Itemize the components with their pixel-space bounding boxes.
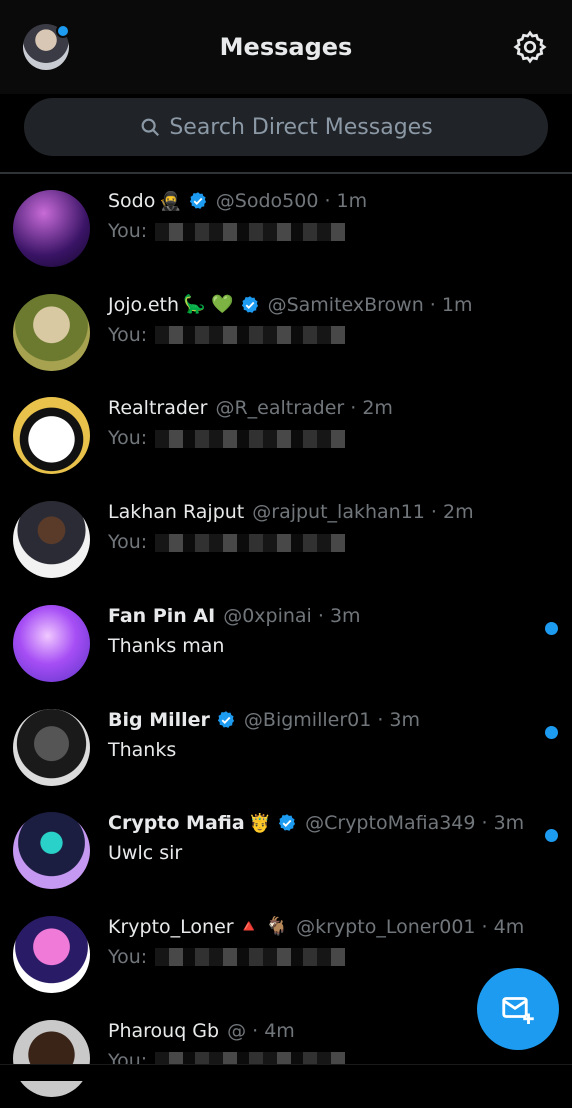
- new-message-icon: [502, 997, 534, 1024]
- contact-name: Fan Pin AI: [108, 604, 216, 627]
- search-icon: [141, 118, 160, 137]
- preview-text: Thanks man: [108, 634, 225, 657]
- handle-and-time: @CryptoMafia349 · 3m: [305, 812, 525, 835]
- redacted-preview: [155, 429, 346, 448]
- message-preview: You:: [108, 220, 346, 242]
- verified-badge-icon: [240, 295, 260, 315]
- contact-name: Lakhan Rajput: [108, 501, 245, 524]
- conversation-row[interactable]: Crypto Mafia 🤴 @CryptoMafia349 · 3m Uwlc si…: [0, 796, 572, 900]
- preview-text: You:: [108, 220, 148, 242]
- avatar[interactable]: [13, 293, 90, 371]
- message-preview: Thanks man: [108, 635, 224, 657]
- handle-and-time: @Sodo500 · 1m: [215, 190, 368, 212]
- contact-name: Realtrader: [108, 397, 208, 420]
- conversation-header: Pharouq Gb @ · 4m: [108, 1020, 295, 1042]
- handle-and-time: @Bigmiller01 · 3m: [243, 708, 421, 731]
- message-preview: You:: [108, 323, 346, 346]
- conversation-row[interactable]: Big Miller @Bigmiller01 · 3m Thanks: [0, 693, 572, 797]
- conversation-row[interactable]: Sodo 🥷 @Sodo500 · 1m You:: [0, 174, 572, 278]
- message-preview: You:: [108, 531, 346, 554]
- conversation-header: Big Miller @Bigmiller01 · 3m: [108, 709, 420, 731]
- unread-indicator: [545, 829, 558, 843]
- redacted-preview: [155, 222, 346, 241]
- contact-name: Pharouq Gb: [108, 1019, 220, 1042]
- name-emoji: 🥷: [159, 190, 182, 212]
- conversation-row[interactable]: Lakhan Rajput @rajput_lakhan11 · 2m You:: [0, 485, 572, 589]
- message-preview: Uwlc sir: [108, 842, 182, 864]
- verified-badge-icon: [188, 191, 208, 211]
- verified-badge-icon: [216, 710, 236, 730]
- page-title: Messages: [219, 33, 353, 61]
- preview-text: Uwlc sir: [108, 842, 183, 865]
- message-preview: Thanks: [108, 739, 176, 761]
- name-emoji: 🦕 💚: [183, 294, 234, 316]
- handle-and-time: @krypto_Loner001 · 4m: [296, 915, 525, 938]
- preview-text: You:: [108, 945, 148, 968]
- preview-text: You:: [108, 427, 148, 450]
- conversation-row[interactable]: Jojo.eth 🦕 💚 @SamitexBrown · 1m You:: [0, 278, 572, 382]
- conversation-header: Lakhan Rajput @rajput_lakhan11 · 2m: [108, 501, 474, 523]
- conversation-header: Sodo 🥷 @Sodo500 · 1m: [108, 190, 367, 212]
- gear-icon[interactable]: [512, 29, 548, 65]
- handle-and-time: @0xpinai · 3m: [223, 604, 361, 627]
- contact-name: Crypto Mafia: [108, 812, 245, 835]
- new-message-button[interactable]: [477, 968, 559, 1050]
- conversation-row[interactable]: Realtrader @R_ealtrader · 2m You:: [0, 381, 572, 485]
- avatar[interactable]: [13, 604, 90, 682]
- verified-badge-icon: [277, 813, 297, 833]
- conversation-header: Realtrader @R_ealtrader · 2m: [108, 397, 393, 419]
- contact-name: Sodo: [108, 190, 156, 212]
- name-emoji: 🔺 🐐: [237, 916, 289, 938]
- redacted-preview: [155, 326, 346, 345]
- handle-and-time: @SamitexBrown · 1m: [267, 293, 473, 316]
- conversation-row[interactable]: Fan Pin AI @0xpinai · 3m Thanks man: [0, 589, 572, 693]
- name-emoji: 🤴: [248, 812, 272, 834]
- avatar[interactable]: [13, 501, 90, 579]
- avatar[interactable]: [13, 1019, 90, 1097]
- preview-text: You:: [108, 323, 148, 346]
- header: Messages: [0, 0, 572, 94]
- search-placeholder: Search Direct Messages: [169, 114, 433, 140]
- message-preview: You:: [108, 945, 346, 968]
- contact-name: Big Miller: [108, 708, 210, 731]
- redacted-preview: [155, 533, 346, 552]
- conversation-header: Crypto Mafia 🤴 @CryptoMafia349 · 3m: [108, 812, 524, 834]
- message-preview: You:: [108, 427, 346, 450]
- handle-and-time: @rajput_lakhan11 · 2m: [252, 501, 474, 524]
- avatar[interactable]: [13, 708, 90, 786]
- bottom-nav: [0, 1064, 572, 1081]
- avatar[interactable]: [13, 812, 90, 890]
- preview-text: Thanks: [108, 738, 177, 761]
- contact-name: Jojo.eth: [108, 293, 180, 316]
- unread-indicator: [545, 725, 558, 739]
- contact-name: Krypto_Loner: [108, 915, 234, 938]
- avatar[interactable]: [13, 397, 90, 475]
- handle-and-time: @R_ealtrader · 2m: [215, 397, 393, 420]
- conversation-header: Fan Pin AI @0xpinai · 3m: [108, 605, 361, 627]
- conversation-header: Krypto_Loner 🔺 🐐 @krypto_Loner001 · 4m: [108, 916, 524, 938]
- avatar[interactable]: [13, 190, 90, 267]
- redacted-preview: [155, 948, 346, 967]
- avatar[interactable]: [13, 915, 90, 993]
- preview-text: You:: [108, 531, 148, 554]
- conversation-header: Jojo.eth 🦕 💚 @SamitexBrown · 1m: [108, 294, 472, 316]
- search-input[interactable]: Search Direct Messages: [24, 98, 548, 156]
- unread-indicator: [545, 621, 558, 635]
- handle-and-time: @ · 4m: [227, 1019, 295, 1042]
